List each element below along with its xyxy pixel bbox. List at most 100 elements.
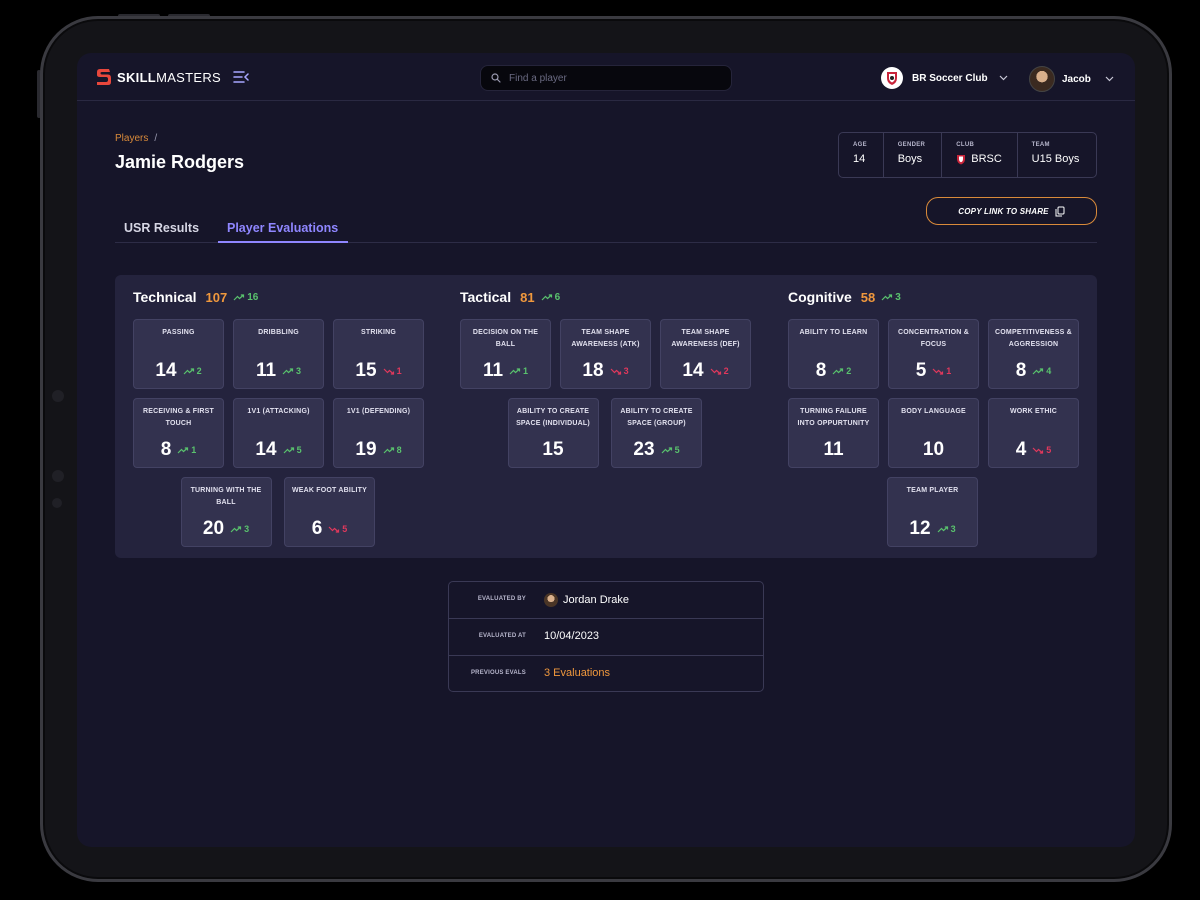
- avatar: [1029, 66, 1055, 92]
- tab-bar: USR Results Player Evaluations: [115, 217, 1097, 243]
- brand-logo[interactable]: SKILLMASTERS: [96, 68, 221, 86]
- trend-up-icon: [1032, 367, 1046, 375]
- camera-dot: [52, 498, 62, 508]
- category-header-2: Cognitive 58 3: [788, 289, 901, 305]
- trend-value: 5: [674, 445, 680, 455]
- evaluated-at-label: EVALUATED AT: [478, 633, 526, 639]
- skill-card[interactable]: BODY LANGUAGE 10: [888, 398, 979, 468]
- skill-card[interactable]: 1V1 (ATTACKING) 14 5: [233, 398, 324, 468]
- skill-value: 6: [311, 518, 323, 539]
- evaluated-by-value: Jordan Drake: [544, 593, 629, 607]
- trend-up-icon: [233, 293, 247, 301]
- trend-up-icon: [177, 446, 191, 454]
- skill-trend: 8: [383, 445, 402, 455]
- logo-icon: [97, 69, 111, 85]
- category-trend: 3: [881, 292, 901, 303]
- skill-card[interactable]: TEAM PLAYER 12 3: [887, 477, 978, 547]
- skill-card[interactable]: TURNING WITH THE BALL 20 3: [180, 477, 272, 547]
- skill-value-row: 14 2: [661, 360, 750, 382]
- info-club: CLUB BRSC: [942, 133, 1018, 177]
- club-selector[interactable]: BR Soccer Club: [881, 67, 1008, 89]
- skill-card[interactable]: RECEIVING & FIRST TOUCH 8 1: [133, 398, 224, 468]
- skill-label: TEAM SHAPE AWARENESS (DEF): [671, 329, 740, 348]
- skill-value: 10: [922, 439, 945, 460]
- category-name: Tactical: [460, 289, 512, 305]
- skill-card[interactable]: DRIBBLING 11 3: [233, 319, 324, 389]
- skill-value-row: 82: [789, 360, 878, 382]
- skill-card[interactable]: ABILITY TO CREATE SPACE (GROUP) 23 5: [611, 398, 702, 468]
- skill-card[interactable]: PASSING 14 2: [133, 319, 224, 389]
- skill-trend: 5: [328, 524, 347, 534]
- user-name: Jacob: [1062, 73, 1091, 85]
- breadcrumb-players-link[interactable]: Players: [115, 133, 148, 144]
- player-info-box: AGE 14 GENDER Boys CLUB BRSC TEAM U15 Bo…: [838, 132, 1097, 178]
- skill-card[interactable]: TEAM SHAPE AWARENESS (DEF) 14 2: [660, 319, 751, 389]
- search-input[interactable]: [509, 72, 709, 84]
- evaluation-panel: Technical 107 16 PASSING 14 2 DRIBBLING 11 3 STRI…: [115, 275, 1097, 558]
- skill-value-row: 23 5: [612, 439, 701, 461]
- trend-up-icon: [282, 367, 296, 375]
- trend-value: 3: [623, 366, 629, 376]
- previous-evals-link[interactable]: 3 Evaluations: [544, 667, 610, 679]
- skill-trend: 1: [509, 366, 528, 376]
- skill-value-row: 65: [285, 518, 374, 540]
- skill-label: TURNING FAILURE INTO OPPURTUNITY: [797, 408, 870, 427]
- skill-card[interactable]: STRIKING 15 1: [333, 319, 424, 389]
- trend-value: 5: [296, 445, 302, 455]
- menu-collapse-icon[interactable]: [233, 70, 249, 84]
- skill-value: 8: [815, 360, 827, 381]
- skill-value: 8: [160, 439, 172, 460]
- skill-card[interactable]: COMPETITIVENESS & AGGRESSION 8 4: [988, 319, 1079, 389]
- skill-value: 14: [155, 360, 177, 381]
- skill-card[interactable]: WORK ETHIC 4 5: [988, 398, 1079, 468]
- skill-card[interactable]: DECISION ON THE BALL 11 1: [460, 319, 551, 389]
- skill-value-row: 20 3: [182, 518, 271, 540]
- info-label: CLUB: [956, 142, 975, 148]
- skill-value: 15: [542, 439, 564, 460]
- skill-card[interactable]: WEAK FOOT ABILITY 6 5: [284, 477, 375, 547]
- skill-card[interactable]: 1V1 (DEFENDING) 19 8: [333, 398, 424, 468]
- category-score: 81: [520, 289, 535, 305]
- user-menu[interactable]: Jacob: [1029, 66, 1114, 92]
- skill-value-row: 11: [789, 439, 878, 461]
- skill-value-row: 12 3: [888, 518, 977, 540]
- skill-trend: 3: [937, 524, 956, 534]
- evaluated-by-row: EVALUATED BY Jordan Drake: [449, 582, 763, 619]
- trend-up-icon: [183, 367, 197, 375]
- skill-value: 4: [1015, 439, 1027, 460]
- skill-card[interactable]: ABILITY TO LEARN 8 2: [788, 319, 879, 389]
- tab-player-evaluations[interactable]: Player Evaluations: [227, 221, 338, 235]
- category-trend: 16: [233, 292, 258, 303]
- skill-trend: 3: [610, 366, 629, 376]
- skill-value-row: 51: [889, 360, 978, 382]
- skill-trend: 2: [832, 366, 851, 376]
- skill-card[interactable]: TURNING FAILURE INTO OPPURTUNITY 11: [788, 398, 879, 468]
- category-name: Technical: [133, 289, 197, 305]
- info-age: AGE 14: [839, 133, 884, 177]
- trend-down-icon: [932, 368, 946, 375]
- skill-trend: 3: [230, 524, 249, 534]
- skill-label: TEAM PLAYER: [906, 487, 959, 494]
- trend-up-icon: [383, 446, 397, 454]
- trend-down-icon: [1032, 447, 1046, 454]
- category-name: Cognitive: [788, 289, 852, 305]
- skill-value: 8: [1015, 360, 1027, 381]
- trend-up-icon: [509, 367, 523, 375]
- skill-card[interactable]: CONCENTRATION & FOCUS 5 1: [888, 319, 979, 389]
- skill-label: ABILITY TO CREATE SPACE (INDIVIDUAL): [516, 408, 590, 427]
- trend-up-icon: [230, 525, 244, 533]
- skill-trend: 5: [283, 445, 302, 455]
- breadcrumb-separator: /: [154, 133, 158, 144]
- trend-up-icon: [661, 446, 675, 454]
- skill-card[interactable]: TEAM SHAPE AWARENESS (ATK) 18 3: [560, 319, 651, 389]
- breadcrumb: Players /: [115, 133, 157, 144]
- tab-usr-results[interactable]: USR Results: [124, 221, 199, 235]
- skill-value: 11: [823, 439, 844, 460]
- player-search[interactable]: [480, 65, 732, 91]
- skill-trend: 1: [932, 366, 951, 376]
- info-value: 14: [853, 153, 866, 165]
- skill-value-row: 19 8: [334, 439, 423, 461]
- trend-value: 3: [296, 366, 302, 376]
- skill-label: TURNING WITH THE BALL: [190, 487, 262, 506]
- skill-card[interactable]: ABILITY TO CREATE SPACE (INDIVIDUAL) 15: [507, 398, 599, 468]
